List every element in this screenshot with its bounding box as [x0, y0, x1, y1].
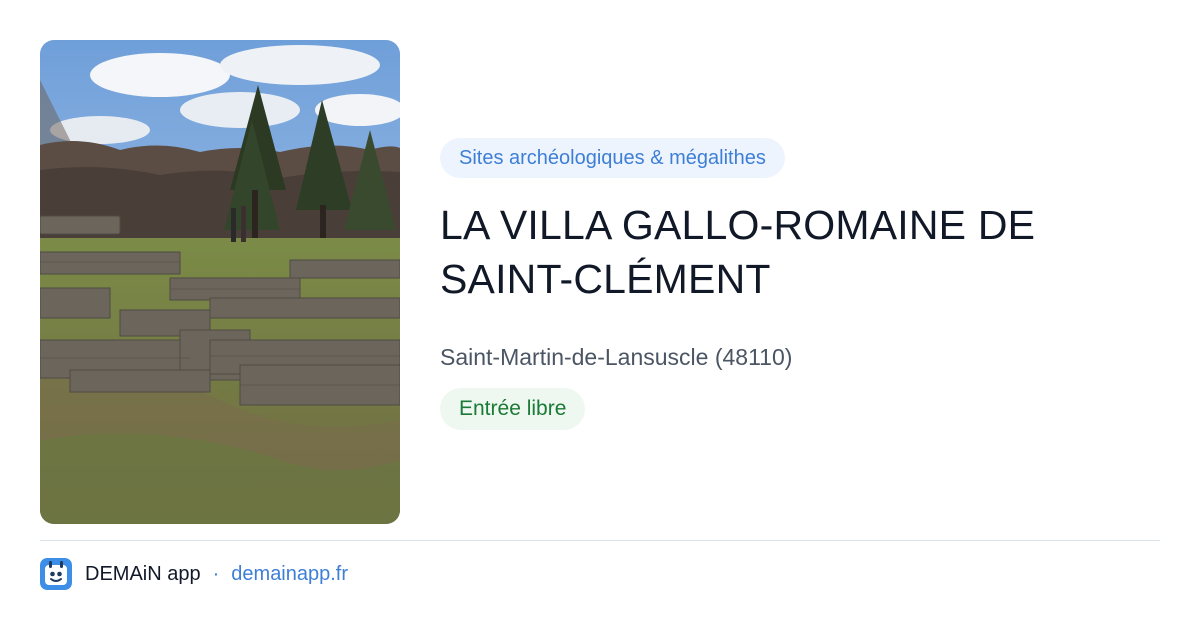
title-line-2: SAINT-CLÉMENT [440, 256, 771, 302]
place-photo[interactable] [40, 40, 400, 524]
app-logo-icon[interactable] [40, 558, 72, 590]
place-info: Sites archéologiques & mégalithes LA VIL… [440, 138, 1160, 430]
category-badge[interactable]: Sites archéologiques & mégalithes [440, 138, 785, 178]
ruins-landscape-image [40, 40, 400, 524]
site-link[interactable]: demainapp.fr [231, 563, 348, 586]
place-location: Saint-Martin-de-Lansuscle (48110) [440, 344, 793, 370]
app-name: DEMAiN app [85, 562, 201, 585]
footer-separator: · [212, 562, 220, 585]
access-badge: Entrée libre [440, 388, 586, 430]
place-title[interactable]: LA VILLA GALLO-ROMAINE DE SAINT-CLÉMENT [440, 198, 1160, 306]
footer: DEMAiN app · demainapp.fr [40, 558, 348, 590]
footer-divider [40, 540, 1160, 541]
title-line-1: LA VILLA GALLO-ROMAINE DE [440, 202, 1036, 248]
